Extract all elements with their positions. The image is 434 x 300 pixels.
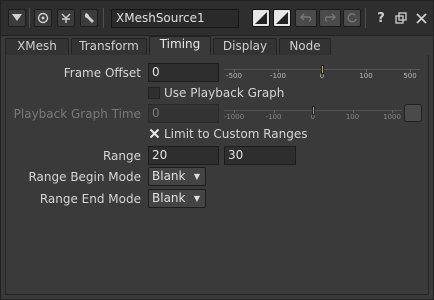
limit-to-custom-ranges-label: Limit to Custom Ranges [164,127,308,141]
undo-icon[interactable] [295,9,317,27]
slider-tick-label: -500 [226,72,242,80]
use-playback-graph-label: Use Playback Graph [164,86,285,100]
node-name-field[interactable]: XMeshSource1 [111,9,239,28]
limit-to-custom-ranges-checkbox[interactable] [148,128,160,140]
toolbar-divider [103,8,104,28]
tab-xmesh[interactable]: XMesh [5,38,69,55]
range-end-mode-value: Blank [152,191,186,205]
playback-graph-time-input[interactable]: 0 [148,104,219,123]
range-begin-mode-label: Range Begin Mode [28,170,141,184]
tab-bar: XMesh Transform Timing Display Node [5,36,429,55]
dropdown-arrow-icon: ▼ [193,194,200,203]
range-begin-mode-value: Blank [152,169,186,183]
slider-tick-label: 1000 [383,113,401,121]
range-end-mode-label: Range End Mode [39,192,141,206]
playback-graph-time-label: Playback Graph Time [13,107,141,121]
input-node-icon[interactable] [57,9,75,27]
tab-display[interactable]: Display [213,38,277,55]
slider-tick-label: -100 [270,72,286,80]
range-end-mode-dropdown[interactable]: Blank ▼ [148,189,206,208]
slider-tick-label: 100 [345,113,360,121]
slider-tick-label: 100 [359,72,373,80]
viewer-icon[interactable] [34,9,52,27]
float-panel-icon[interactable] [392,9,410,27]
playback-graph-time-slider[interactable]: -1000 -100 0 100 1000 [224,106,402,125]
node-toolbar: XMeshSource1 ? [1,1,433,36]
properties-panel: XMeshSource1 ? XMesh Transform Timing Di… [0,0,434,300]
revert-icon[interactable] [343,9,361,27]
timing-tab-content: Frame Offset 0 -500 -100 0 100 500 Use Playb… [5,55,429,295]
close-icon[interactable] [412,9,430,27]
tab-transform[interactable]: Transform [71,38,147,55]
slider-tick-label: 500 [403,72,417,80]
slider-handle[interactable] [321,65,324,74]
slider-tick-label: -1000 [223,113,245,121]
help-icon[interactable]: ? [372,9,390,27]
use-playback-graph-checkbox[interactable] [148,87,160,99]
toolbar-divider [29,8,30,28]
frame-offset-slider[interactable]: -500 -100 0 100 500 [224,65,420,84]
range-end-input[interactable]: 30 [224,146,296,165]
wrench-icon[interactable] [80,9,98,27]
frame-offset-label: Frame Offset [63,66,141,80]
tab-node[interactable]: Node [279,38,331,55]
slider-tick-label: -100 [265,113,282,121]
range-begin-mode-dropdown[interactable]: Blank ▼ [148,167,206,186]
checkmark-x-icon [149,128,159,139]
color-swatch-icon[interactable] [252,9,270,27]
range-start-input[interactable]: 20 [148,146,219,165]
animation-key-button[interactable] [404,104,422,122]
redo-icon[interactable] [319,9,341,27]
dropdown-arrow-icon: ▼ [193,172,200,181]
frame-offset-input[interactable]: 0 [148,63,219,82]
collapse-icon[interactable] [8,9,26,27]
tab-timing[interactable]: Timing [149,36,211,55]
range-label: Range [102,149,141,163]
slider-handle[interactable] [312,106,315,115]
toolbar-divider [365,8,366,28]
hilight-swatch-icon[interactable] [273,9,291,27]
